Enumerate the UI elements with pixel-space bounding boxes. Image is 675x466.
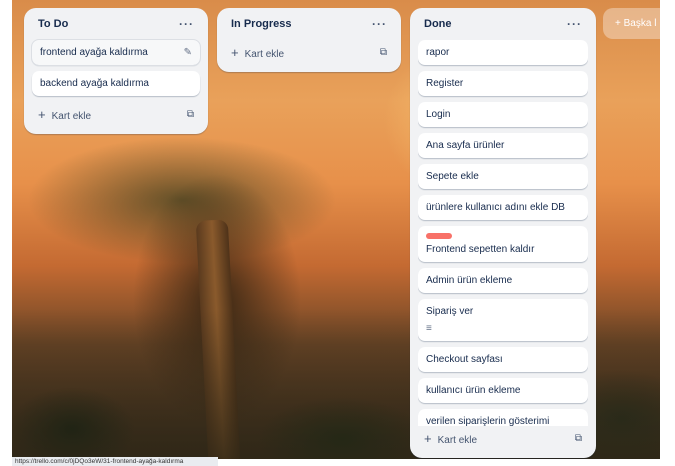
card[interactable]: Register (418, 71, 588, 96)
card-title: Frontend sepetten kaldır (426, 244, 535, 255)
card-title: kullanıcı ürün ekleme (426, 385, 521, 396)
card[interactable]: Ana sayfa ürünler (418, 133, 588, 158)
list-header: Done ··· (418, 8, 588, 40)
list-menu-icon[interactable]: ··· (372, 17, 387, 31)
template-icon[interactable]: ⧉ (380, 47, 387, 58)
list-done[interactable]: Done ··· rapor Register Login Ana sayfa … (410, 8, 596, 458)
card-title: rapor (426, 47, 450, 58)
list-title[interactable]: To Do (38, 18, 68, 30)
template-icon[interactable]: ⧉ (187, 109, 194, 120)
plus-icon: + (231, 44, 239, 60)
card-title: backend ayağa kaldırma (40, 78, 149, 89)
card-title: ürünlere kullanıcı adını ekle DB (426, 202, 565, 213)
card-title: Checkout sayfası (426, 354, 503, 365)
card-label-red[interactable] (426, 233, 452, 239)
add-card-row: + Kart ekle ⧉ (225, 40, 393, 64)
list-title[interactable]: In Progress (231, 18, 292, 30)
card-title: frontend ayağa kaldırma (40, 47, 148, 58)
add-card-row: + Kart ekle ⧉ (418, 426, 588, 450)
card[interactable]: backend ayağa kaldırma (32, 71, 200, 96)
list-menu-icon[interactable]: ··· (179, 17, 194, 31)
card[interactable]: Sepete ekle (418, 164, 588, 189)
board-background: To Do ··· frontend ayağa kaldırma ✎ back… (12, 0, 660, 459)
list-todo[interactable]: To Do ··· frontend ayağa kaldırma ✎ back… (24, 8, 208, 134)
template-icon[interactable]: ⧉ (575, 433, 582, 444)
card-title: Ana sayfa ürünler (426, 140, 505, 151)
card[interactable]: Login (418, 102, 588, 127)
card[interactable]: Frontend sepetten kaldır (418, 226, 588, 262)
card-list: rapor Register Login Ana sayfa ürünler S… (418, 40, 588, 426)
card[interactable]: rapor (418, 40, 588, 65)
add-card-button[interactable]: + Kart ekle (231, 45, 284, 60)
add-card-row: + Kart ekle ⧉ (32, 102, 200, 126)
card-title: Sepete ekle (426, 171, 479, 182)
list-header: In Progress ··· (225, 8, 393, 40)
card-title: Register (426, 78, 464, 89)
add-card-label: Kart ekle (51, 110, 92, 122)
add-card-button[interactable]: + Kart ekle (38, 107, 91, 122)
card[interactable]: Admin ürün ekleme (418, 268, 588, 293)
card[interactable]: Checkout sayfası (418, 347, 588, 372)
card[interactable]: ürünlere kullanıcı adını ekle DB (418, 195, 588, 220)
card[interactable]: verilen siparişlerin gösterimi backend (418, 409, 588, 426)
list-title[interactable]: Done (424, 18, 452, 30)
card-title: Admin ürün ekleme (426, 275, 513, 286)
add-card-button[interactable]: + Kart ekle (424, 431, 477, 446)
add-card-label: Kart ekle (244, 48, 285, 60)
card[interactable]: kullanıcı ürün ekleme (418, 378, 588, 403)
card[interactable]: Sipariş ver ≡ (418, 299, 588, 341)
list-menu-icon[interactable]: ··· (567, 17, 582, 31)
plus-icon: + (38, 106, 46, 122)
list-in-progress[interactable]: In Progress ··· + Kart ekle ⧉ (217, 8, 401, 72)
list-header: To Do ··· (32, 8, 200, 40)
edit-icon[interactable]: ✎ (184, 47, 192, 58)
card-title: Sipariş ver (426, 306, 474, 317)
status-bar-url: https://trello.com/c/0jDQo3eW/31-fronten… (12, 457, 218, 466)
card[interactable]: frontend ayağa kaldırma ✎ (31, 39, 201, 66)
add-card-label: Kart ekle (437, 434, 478, 446)
window-edge (660, 0, 675, 466)
card-title: verilen siparişlerin gösterimi backend (426, 416, 550, 426)
plus-icon: + (424, 430, 432, 446)
card-title: Login (426, 109, 451, 120)
description-icon: ≡ (426, 323, 432, 334)
